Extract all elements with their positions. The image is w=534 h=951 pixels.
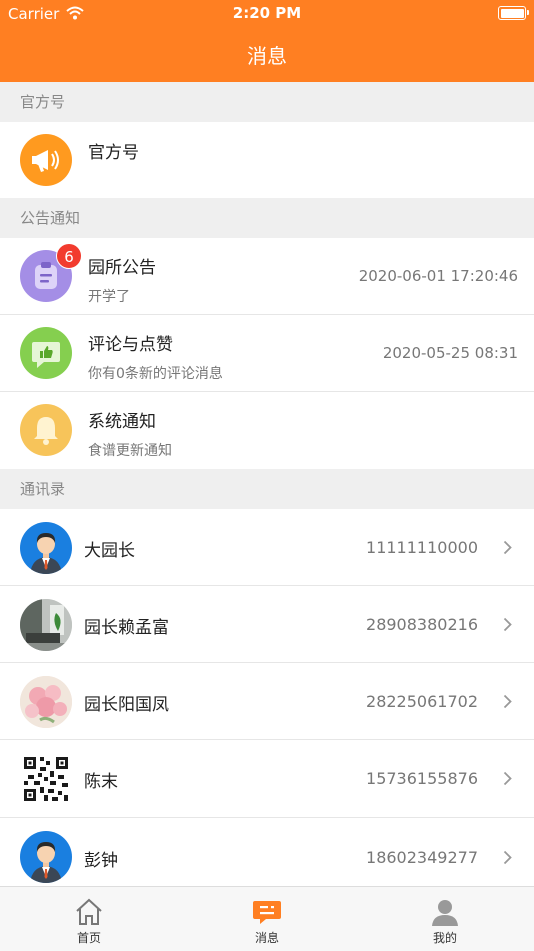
notice-subtitle: 开学了 (88, 289, 130, 305)
message-icon (253, 901, 281, 924)
notice-row-system[interactable]: 系统通知 食谱更新通知 (0, 392, 534, 469)
notice-row-comments[interactable]: 评论与点赞 你有0条新的评论消息 2020-05-25 08:31 (0, 315, 534, 392)
contact-phone: 15736155876 (366, 769, 478, 788)
chevron-right-icon (503, 540, 512, 555)
avatar (20, 831, 72, 883)
tab-bar: 首页 消息 我的 (0, 886, 534, 951)
bell-icon (20, 404, 72, 456)
contact-phone: 18602349277 (366, 848, 478, 867)
notice-subtitle: 你有0条新的评论消息 (88, 366, 223, 382)
contact-name: 大园长 (84, 541, 135, 561)
section-header-official: 官方号 (0, 82, 534, 122)
official-account-name: 官方号 (88, 143, 139, 163)
status-time: 2:20 PM (232, 4, 302, 22)
notice-title: 园所公告 (88, 258, 156, 278)
contact-row[interactable]: 园长阳国凤 28225061702 (0, 663, 534, 740)
chevron-right-icon (503, 694, 512, 709)
contact-row[interactable]: 园长赖孟富 28908380216 (0, 586, 534, 663)
avatar (20, 753, 72, 805)
notice-title: 评论与点赞 (88, 335, 173, 355)
contact-name: 彭钟 (84, 851, 118, 871)
avatar (20, 599, 72, 651)
notice-row-announcement[interactable]: 6 园所公告 开学了 2020-06-01 17:20:46 (0, 238, 534, 315)
contact-phone: 28908380216 (366, 615, 478, 634)
page-title: 消息 (247, 44, 287, 68)
contact-phone: 28225061702 (366, 692, 478, 711)
tab-label: 首页 (76, 931, 101, 945)
section-header-notices: 公告通知 (0, 198, 534, 238)
contact-phone: 11111110000 (366, 538, 478, 557)
avatar (20, 522, 72, 574)
status-bar: Carrier 2:20 PM (0, 0, 534, 28)
tab-label: 消息 (254, 931, 279, 945)
contact-row[interactable]: 陈末 15736155876 (0, 740, 534, 818)
tab-messages[interactable]: 消息 (178, 887, 356, 951)
section-header-contacts: 通讯录 (0, 469, 534, 509)
notice-time: 2020-05-25 08:31 (382, 344, 518, 362)
contact-name: 园长赖孟富 (84, 618, 169, 638)
contact-name: 陈末 (84, 772, 118, 792)
megaphone-icon (20, 134, 72, 186)
tab-profile[interactable]: 我的 (356, 887, 534, 951)
chevron-right-icon (503, 617, 512, 632)
chevron-right-icon (503, 850, 512, 865)
tab-home[interactable]: 首页 (0, 887, 178, 951)
notice-title: 系统通知 (88, 412, 156, 432)
profile-icon (432, 900, 458, 926)
tab-label: 我的 (432, 931, 457, 945)
unread-count-badge: 6 (56, 243, 82, 269)
chevron-right-icon (503, 771, 512, 786)
official-account-row[interactable]: 官方号 (0, 122, 534, 198)
notice-subtitle: 食谱更新通知 (88, 443, 172, 459)
home-icon (76, 898, 102, 925)
contact-row[interactable]: 彭钟 18602349277 (0, 818, 534, 886)
like-comment-icon (20, 327, 72, 379)
contact-row[interactable]: 大园长 11111110000 (0, 509, 534, 586)
contact-name: 园长阳国凤 (84, 695, 169, 715)
notice-time: 2020-06-01 17:20:46 (358, 267, 518, 285)
avatar (20, 676, 72, 728)
battery-icon (498, 6, 529, 20)
nav-header: Carrier 2:20 PM 消息 (0, 0, 534, 82)
